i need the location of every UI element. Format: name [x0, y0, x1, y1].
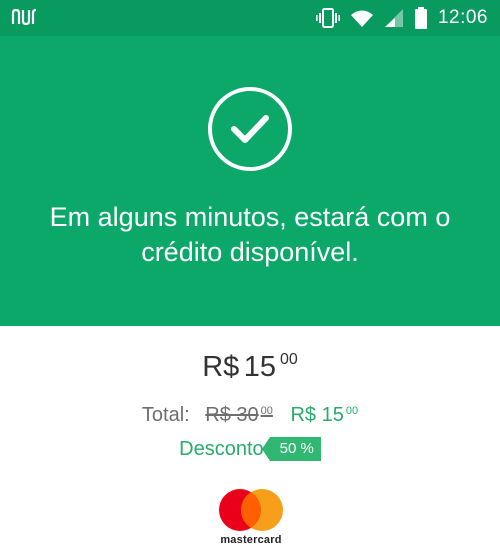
price-display: R$ 15 00	[0, 351, 500, 384]
discount-label: Desconto	[179, 437, 264, 460]
original-price-integer: R$ 30	[205, 404, 259, 426]
check-circle-icon	[208, 87, 292, 171]
original-price-cents: 00	[260, 405, 273, 417]
discounted-price: R$ 15 00	[290, 404, 358, 426]
vibrate-icon	[315, 8, 340, 28]
discount-row: Desconto 50 %	[0, 437, 500, 461]
original-price: R$ 30 00	[205, 404, 273, 426]
signal-icon	[384, 9, 403, 27]
wifi-icon	[350, 10, 373, 27]
discount-badge: 50 %	[261, 437, 321, 461]
success-banner: Em alguns minutos, estará com o crédito …	[0, 36, 500, 326]
battery-icon	[414, 7, 427, 29]
total-label: Total:	[141, 404, 190, 426]
discounted-price-cents: 00	[345, 405, 359, 417]
mastercard-wordmark: mastercard	[220, 534, 282, 546]
mastercard-logo-icon: mastercard	[210, 488, 292, 550]
price-cents: 00	[280, 351, 298, 368]
total-row: Total: R$ 30 00 R$ 15 00	[0, 404, 500, 427]
status-bar: 12:06	[0, 0, 500, 36]
nubank-logo-icon	[11, 8, 37, 26]
discounted-price-integer: R$ 15	[290, 404, 344, 426]
status-time: 12:06	[437, 7, 488, 28]
price-currency: R$	[202, 351, 240, 383]
success-message: Em alguns minutos, estará com o crédito …	[49, 202, 451, 267]
price-integer: 15	[243, 351, 276, 383]
